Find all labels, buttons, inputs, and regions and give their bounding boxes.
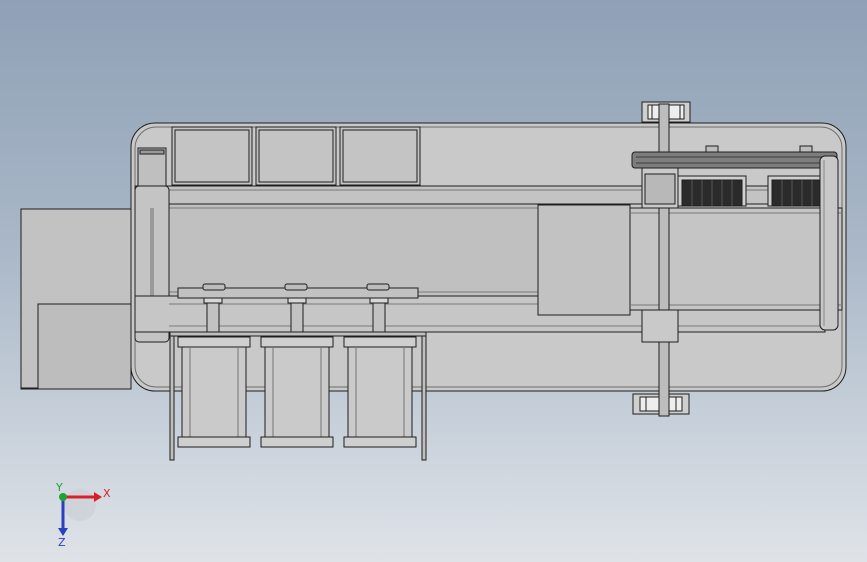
machine-assembly-top-view[interactable] xyxy=(20,101,847,461)
pulley-3 xyxy=(369,297,389,334)
y-axis-dot xyxy=(59,493,67,501)
right-roller xyxy=(819,155,839,331)
transfer-block xyxy=(537,204,631,316)
pulley-plate xyxy=(177,283,419,299)
y-axis-label: Y xyxy=(55,481,63,494)
pulley-2 xyxy=(287,297,307,334)
conveyor-belt xyxy=(149,203,541,297)
top-compartments xyxy=(171,126,421,186)
stepper-motor-2 xyxy=(767,175,827,207)
cross-shaft xyxy=(658,103,670,417)
z-axis-label: Z xyxy=(58,536,66,549)
cad-viewport[interactable]: X Y Z xyxy=(0,0,867,562)
pulley-1 xyxy=(203,297,223,334)
side-housing xyxy=(20,208,132,390)
stepper-motor-1 xyxy=(677,175,747,207)
air-cylinder-1 xyxy=(177,336,251,448)
air-cylinder-3 xyxy=(343,336,417,448)
coordinate-triad: X Y Z xyxy=(55,481,111,549)
air-cylinder-2 xyxy=(260,336,334,448)
x-axis-label: X xyxy=(103,487,111,500)
